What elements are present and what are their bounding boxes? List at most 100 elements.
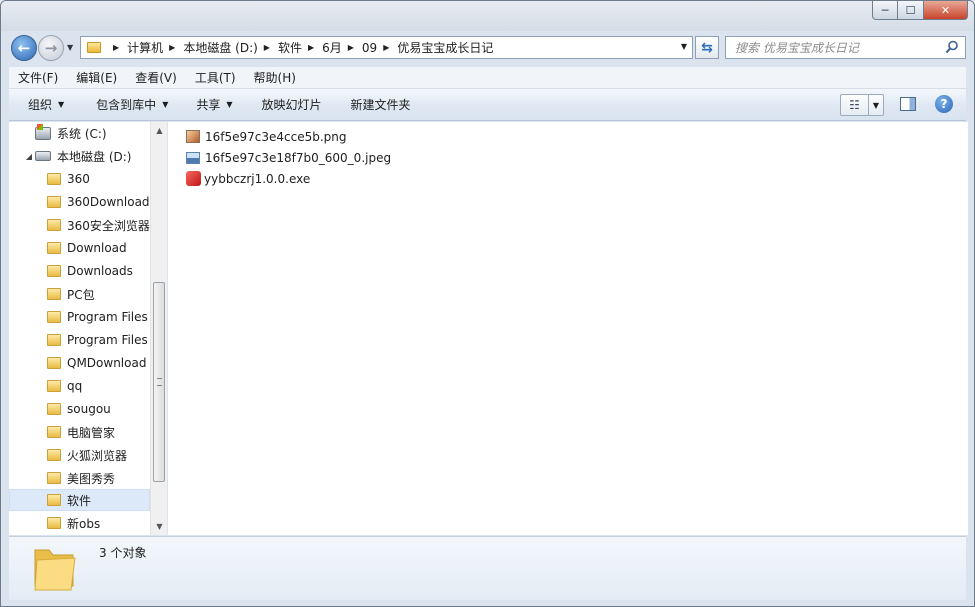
include-in-library-label: 包含到库中 [96, 98, 157, 112]
file-item-jpeg[interactable]: 16f5e97c3e18f7b0_600_0.jpeg [186, 147, 391, 168]
recent-pages-dropdown[interactable]: ▼ [67, 43, 73, 52]
scroll-up-icon[interactable]: ▲ [151, 122, 168, 139]
caret-down-icon: ▼ [162, 100, 169, 109]
address-history-dropdown[interactable]: ▼ [681, 42, 687, 51]
tree-item-folder[interactable]: Download [9, 237, 150, 259]
menu-bar: 文件(F) 编辑(E) 查看(V) 工具(T) 帮助(H) [9, 67, 966, 89]
tree-item-folder[interactable]: PC包 [9, 283, 150, 305]
tree-item-system-c[interactable]: 系统 (C:) [9, 122, 150, 144]
file-list[interactable]: 16f5e97c3e4cce5b.png 16f5e97c3e18f7b0_60… [168, 122, 968, 535]
change-view-button[interactable]: ☷ ▼ [840, 94, 884, 116]
file-item-exe[interactable]: yybbczrj1.0.0.exe [186, 168, 310, 189]
file-name: 16f5e97c3e18f7b0_600_0.jpeg [205, 150, 392, 165]
address-bar[interactable]: ▶ 计算机 ▶ 本地磁盘 (D:) ▶ 软件 ▶ 6月 ▶ 09 ▶ 优易宝宝成… [80, 36, 693, 59]
breadcrumb-current-folder[interactable]: 优易宝宝成长日记 [397, 39, 493, 56]
help-icon[interactable]: ? [935, 95, 953, 113]
maximize-button[interactable]: ☐ [898, 1, 924, 20]
tree-item-label: 系统 (C:) [57, 126, 107, 141]
search-input[interactable]: 搜索 优易宝宝成长日记 [725, 36, 966, 59]
share-button[interactable]: 共享 ▼ [185, 96, 243, 113]
tree-item-folder[interactable]: 新obs [9, 512, 150, 534]
tree-item-label: 软件 [67, 493, 92, 508]
folder-icon [47, 288, 61, 300]
close-button[interactable]: ✕ [924, 1, 968, 20]
tree-item-folder[interactable]: 火狐浏览器 [9, 444, 150, 466]
chevron-right-icon[interactable]: ▶ [308, 43, 314, 52]
menu-tools[interactable]: 工具(T) [186, 69, 245, 86]
chevron-right-icon[interactable]: ▶ [383, 43, 389, 52]
folder-icon [47, 311, 61, 323]
tree-item-folder[interactable]: 360 [9, 168, 150, 190]
folder-icon [47, 219, 61, 231]
chevron-right-icon[interactable]: ▶ [113, 43, 119, 52]
file-item-png[interactable]: 16f5e97c3e4cce5b.png [186, 126, 347, 147]
breadcrumb-computer[interactable]: 计算机 [127, 39, 163, 56]
new-folder-button[interactable]: 新建文件夹 [340, 96, 422, 113]
menu-view[interactable]: 查看(V) [126, 69, 186, 86]
tree-item-label: Downloads [67, 264, 133, 278]
breadcrumb-09[interactable]: 09 [362, 41, 377, 55]
tree-item-folder[interactable]: qq [9, 375, 150, 397]
tree-item-local-disk-d[interactable]: ◢ 本地磁盘 (D:) [9, 145, 150, 167]
tree-item-folder[interactable]: Program Files [9, 306, 150, 328]
address-row: ← → ▼ ▶ 计算机 ▶ 本地磁盘 (D:) ▶ 软件 ▶ 6月 ▶ 09 ▶… [1, 31, 974, 65]
view-options-dropdown[interactable]: ▼ [869, 101, 883, 110]
file-name: yybbczrj1.0.0.exe [204, 171, 311, 186]
tree-item-label: 新obs [67, 516, 101, 531]
slideshow-button[interactable]: 放映幻灯片 [251, 96, 333, 113]
preview-pane-icon[interactable] [900, 97, 916, 111]
minimize-button[interactable]: ─ [872, 1, 898, 20]
tree-item-folder[interactable]: 360安全浏览器 [9, 214, 150, 236]
folder-icon [47, 449, 61, 461]
png-file-icon [186, 130, 200, 143]
arrow-right-icon: → [44, 39, 58, 57]
chevron-right-icon[interactable]: ▶ [348, 43, 354, 52]
tree-item-folder[interactable]: sougou [9, 398, 150, 420]
large-folder-icon [34, 549, 76, 591]
forward-button[interactable]: → [38, 35, 64, 61]
tree-item-folder[interactable]: QMDownload [9, 352, 150, 374]
navigation-pane[interactable]: 系统 (C:) ◢ 本地磁盘 (D:) 360 360Download 360安… [9, 122, 167, 535]
menu-help[interactable]: 帮助(H) [245, 69, 305, 86]
refresh-button[interactable]: ⇆ [695, 36, 719, 59]
file-name: 16f5e97c3e4cce5b.png [205, 129, 347, 144]
exe-file-icon [186, 171, 201, 186]
tree-item-label: Program Files [67, 333, 148, 347]
tree-item-software-selected[interactable]: 软件 [9, 489, 150, 511]
tree-item-folder[interactable]: Downloads [9, 260, 150, 282]
chevron-right-icon[interactable]: ▶ [264, 43, 270, 52]
system-drive-icon [35, 123, 51, 140]
tree-item-folder[interactable]: 360Download [9, 191, 150, 213]
menu-edit[interactable]: 编辑(E) [67, 69, 126, 86]
scroll-down-icon[interactable]: ▼ [151, 518, 168, 535]
item-count-status: 3 个对象 [99, 546, 147, 560]
breadcrumb-june[interactable]: 6月 [322, 39, 342, 56]
folder-icon [47, 426, 61, 438]
chevron-right-icon[interactable]: ▶ [169, 43, 175, 52]
folder-icon [47, 196, 61, 208]
organize-button[interactable]: 组织 ▼ [17, 96, 75, 113]
tree-item-label: 火狐浏览器 [67, 448, 128, 463]
organize-label: 组织 [28, 98, 53, 112]
breadcrumb-drive-d[interactable]: 本地磁盘 (D:) [183, 39, 257, 56]
back-button[interactable]: ← [11, 35, 37, 61]
menu-file[interactable]: 文件(F) [9, 69, 67, 86]
details-view-icon[interactable]: ☷ [841, 95, 869, 115]
nav-scrollbar[interactable]: ▲ ▼ [150, 122, 167, 535]
tree-item-folder[interactable]: 美图秀秀 [9, 467, 150, 489]
expanded-triangle-icon[interactable]: ◢ [23, 152, 35, 161]
include-in-library-button[interactable]: 包含到库中 ▼ [85, 96, 179, 113]
tree-item-label: Download [67, 241, 127, 255]
tree-item-label: 本地磁盘 (D:) [57, 149, 132, 164]
tree-item-folder[interactable]: 电脑管家 [9, 421, 150, 443]
breadcrumb-software[interactable]: 软件 [278, 39, 302, 56]
tree-item-label: PC包 [67, 287, 95, 302]
explorer-window: ─ ☐ ✕ ← → ▼ ▶ 计算机 ▶ 本地磁盘 (D:) ▶ 软件 ▶ 6月 … [0, 0, 975, 607]
grip-icon [157, 378, 162, 386]
scrollbar-thumb[interactable] [153, 282, 165, 482]
search-icon[interactable] [945, 40, 959, 54]
tree-item-folder[interactable]: Program Files [9, 329, 150, 351]
tree-item-label: 360 [67, 172, 90, 186]
folder-icon [47, 403, 61, 415]
tree-item-label: QMDownload [67, 356, 147, 370]
